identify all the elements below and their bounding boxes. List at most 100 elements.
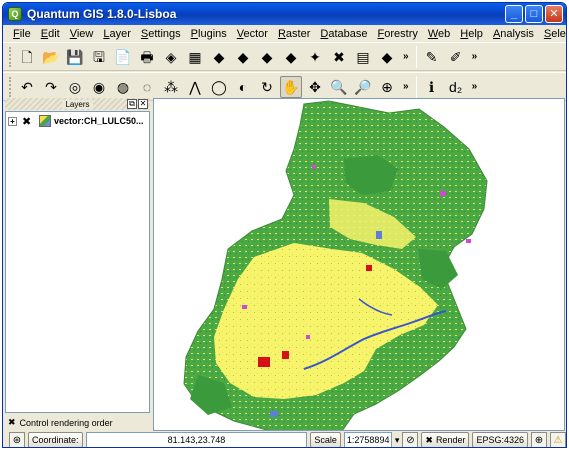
save-project-icon[interactable]: 💾 xyxy=(64,46,86,68)
menu-selectplus[interactable]: SelectPlus xyxy=(539,28,566,40)
menu-web[interactable]: Web xyxy=(423,28,455,40)
coordinate-toggle-button[interactable]: Coordinate: xyxy=(27,432,83,447)
menu-file[interactable]: File xyxy=(8,28,36,40)
zoom-out-icon[interactable]: 🔎 xyxy=(352,76,374,98)
menu-help[interactable]: Help xyxy=(455,28,488,40)
undo-icon[interactable]: ↶ xyxy=(16,76,38,98)
new-layer-icon[interactable]: ✦ xyxy=(304,46,326,68)
rotate-icon[interactable]: ↻ xyxy=(256,76,278,98)
menu-database[interactable]: Database xyxy=(315,28,372,40)
file-and-layer-toolbar: 🗋 📂 💾 🖫 📄 🖶 ◈ ▦ ◆ ◆ ◆ ◆ ✦ ✖ ▤ ◆ » ✎ ✐ » xyxy=(3,42,566,71)
print-composer-icon[interactable]: 📄 xyxy=(112,46,134,68)
menu-raster[interactable]: Raster xyxy=(273,28,315,40)
toolbar-overflow-icon[interactable]: » xyxy=(403,81,409,92)
title-bar[interactable]: Q Quantum GIS 1.8.0-Lisboa _ □ ✕ xyxy=(3,3,566,25)
qgis-logo-icon: Q xyxy=(8,7,22,21)
redo-icon[interactable]: ↷ xyxy=(40,76,62,98)
maximize-button[interactable]: □ xyxy=(525,5,543,23)
expand-layer-icon[interactable]: + xyxy=(8,116,17,126)
reshape-icon[interactable]: ◐ xyxy=(232,76,254,98)
toolbar-overflow-icon[interactable]: » xyxy=(472,51,478,62)
chevron-down-icon[interactable]: ▾ xyxy=(395,435,400,446)
map-canvas[interactable] xyxy=(153,98,565,431)
fill-ring-icon[interactable]: ◍ xyxy=(112,76,134,98)
render-label: Render xyxy=(435,435,466,445)
toolbar-overflow-icon[interactable]: » xyxy=(403,51,409,62)
urban-patch xyxy=(282,351,289,359)
zoom-in-icon[interactable]: 🔍 xyxy=(328,76,350,98)
add-ring-icon[interactable]: ◎ xyxy=(64,76,86,98)
menu-forestry[interactable]: Forestry xyxy=(373,28,423,40)
status-bar: ⊛ Coordinate: 81.143,23.748 Scale 1:2758… xyxy=(3,431,566,447)
scale-combo[interactable]: 1:2758894 xyxy=(343,432,392,447)
vector-layer-icon xyxy=(39,115,51,127)
window-title: Quantum GIS 1.8.0-Lisboa xyxy=(27,7,177,21)
delete-ring-icon[interactable]: ◌ xyxy=(136,76,158,98)
render-order-checkbox[interactable]: ✖ xyxy=(8,417,16,428)
fallow-patch xyxy=(242,305,247,309)
menu-plugins[interactable]: Plugins xyxy=(186,28,232,40)
add-oracle-layer-icon[interactable]: ◆ xyxy=(376,46,398,68)
node-tool-icon[interactable]: ⁂ xyxy=(160,76,182,98)
stop-render-icon[interactable]: ⊘ xyxy=(402,432,419,447)
toolbar-overflow-icon[interactable]: » xyxy=(472,81,478,92)
close-button[interactable]: ✕ xyxy=(545,5,563,23)
layers-dock-title: Layers xyxy=(62,99,93,109)
toolbar-grip[interactable] xyxy=(9,46,12,67)
add-delimited-text-icon[interactable]: ▤ xyxy=(352,46,374,68)
add-postgis-layer-icon[interactable]: ◆ xyxy=(208,46,230,68)
window-controls: _ □ ✕ xyxy=(505,5,563,23)
toolbar-separator xyxy=(415,75,417,98)
add-raster-layer-icon[interactable]: ▦ xyxy=(184,46,206,68)
fallow-patch xyxy=(466,239,471,243)
float-dock-button[interactable]: ⧉ xyxy=(127,99,137,109)
crs-status-button[interactable]: EPSG:4326 xyxy=(472,432,528,447)
water-patch xyxy=(376,231,382,239)
identify-icon[interactable]: ℹ xyxy=(421,76,443,98)
warning-icon[interactable]: ⚠ xyxy=(549,432,566,447)
menu-analysis[interactable]: Analysis xyxy=(488,28,539,40)
coordinate-capture-icon[interactable]: ⊛ xyxy=(9,432,25,447)
layer-visibility-checkbox[interactable]: ✖ xyxy=(22,115,34,128)
render-check-icon: ✖ xyxy=(425,434,433,445)
render-order-control[interactable]: ✖ Control rendering order xyxy=(5,416,113,429)
urban-patch xyxy=(258,357,270,367)
zoom-full-icon[interactable]: ⊕ xyxy=(376,76,398,98)
add-vector-layer-icon[interactable]: ◈ xyxy=(160,46,182,68)
open-project-icon[interactable]: 📂 xyxy=(40,46,62,68)
measure-icon[interactable]: d₂ xyxy=(445,76,467,98)
render-checkbox[interactable]: ✖ Render xyxy=(421,432,470,447)
menu-vector[interactable]: Vector xyxy=(232,28,273,40)
layers-dock: Layers ⧉ ✕ + ✖ vector:CH_LULC50... ✖ Con… xyxy=(5,98,150,429)
fallow-patch xyxy=(306,335,310,339)
simplify-icon[interactable]: ◯ xyxy=(208,76,230,98)
save-as-icon[interactable]: 🖫 xyxy=(88,46,110,68)
menu-view[interactable]: View xyxy=(65,28,99,40)
dock-buttons: ⧉ ✕ xyxy=(127,99,148,109)
remove-layer-icon[interactable]: ✖ xyxy=(328,46,350,68)
add-spatialite-layer-icon[interactable]: ◆ xyxy=(232,46,254,68)
new-project-icon[interactable]: 🗋 xyxy=(16,46,38,68)
menu-layer[interactable]: Layer xyxy=(98,28,136,40)
print-icon[interactable]: 🖶 xyxy=(136,46,158,68)
coordinate-display[interactable]: 81.143,23.748 xyxy=(85,432,308,447)
toggle-editing-icon[interactable]: ✎ xyxy=(421,46,443,68)
digitize-icon[interactable]: ✐ xyxy=(445,46,467,68)
pan-map-icon[interactable]: ✋ xyxy=(280,75,302,98)
crs-projection-icon[interactable]: ⊕ xyxy=(531,432,547,447)
layer-tree[interactable]: + ✖ vector:CH_LULC50... xyxy=(5,111,150,413)
add-part-icon[interactable]: ◉ xyxy=(88,76,110,98)
fallow-patch xyxy=(440,191,446,196)
layer-item[interactable]: + ✖ vector:CH_LULC50... xyxy=(6,114,149,128)
add-wms-layer-icon[interactable]: ◆ xyxy=(256,46,278,68)
add-wfs-layer-icon[interactable]: ◆ xyxy=(280,46,302,68)
offset-curve-icon[interactable]: ⋀ xyxy=(184,76,206,98)
pan-to-selection-icon[interactable]: ✥ xyxy=(304,76,326,98)
water-patch xyxy=(270,411,278,417)
layers-dock-title-bar[interactable]: Layers ⧉ ✕ xyxy=(5,98,150,110)
close-dock-button[interactable]: ✕ xyxy=(138,99,148,109)
minimize-button[interactable]: _ xyxy=(505,5,523,23)
toolbar-grip[interactable] xyxy=(9,76,12,97)
menu-settings[interactable]: Settings xyxy=(136,28,186,40)
menu-edit[interactable]: Edit xyxy=(36,28,65,40)
